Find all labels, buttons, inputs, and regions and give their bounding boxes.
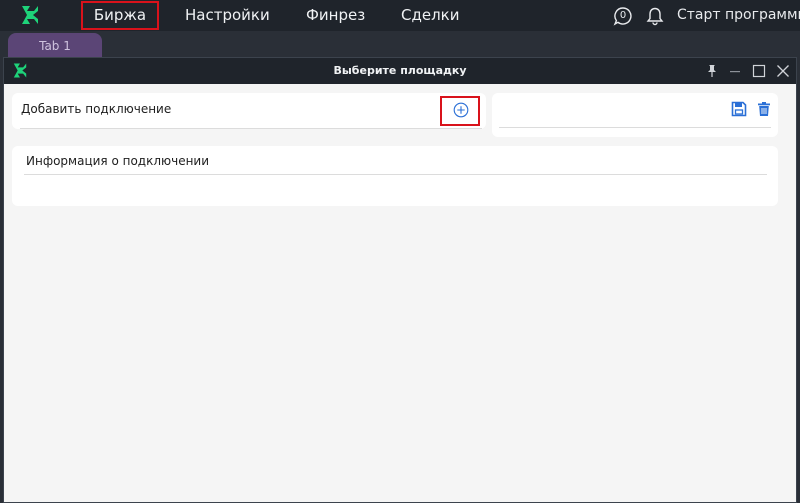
dialog-title-bar[interactable]: Выберите площадку (4, 58, 796, 84)
tab-strip: Tab 1 (0, 31, 800, 59)
menu-item-settings-label: Настройки (185, 6, 270, 24)
start-program-label: Старт программы (677, 7, 800, 23)
trash-icon[interactable] (756, 101, 772, 117)
add-connection-panel: Добавить подключение (12, 93, 486, 129)
bell-icon[interactable] (645, 6, 665, 26)
connection-info-panel: Информация о подключении (12, 146, 778, 206)
divider (20, 128, 482, 129)
close-icon[interactable] (775, 63, 791, 79)
menu-item-finrez[interactable]: Финрез (306, 0, 365, 31)
menu-item-exchange[interactable]: Биржа (81, 1, 159, 30)
start-program-button[interactable]: Старт программы (677, 0, 800, 31)
chat-bubble-icon[interactable]: 0 (613, 6, 633, 26)
select-exchange-dialog: Выберите площадку Добавить подключение И… (3, 57, 797, 503)
minimize-icon[interactable] (727, 63, 743, 79)
menu-item-exchange-label: Биржа (93, 6, 147, 24)
top-menu-bar: Биржа Настройки Финрез Сделки 0 Старт пр… (0, 0, 800, 31)
dialog-title: Выберите площадку (333, 64, 467, 77)
floppy-disk-icon[interactable] (731, 101, 747, 117)
divider (499, 127, 771, 128)
connection-actions-panel (492, 93, 778, 137)
connection-info-label: Информация о подключении (26, 154, 210, 168)
add-connection-label: Добавить подключение (21, 102, 172, 116)
menu-item-deals[interactable]: Сделки (401, 0, 459, 31)
tab-1-label: Tab 1 (39, 39, 71, 53)
app-logo-icon (22, 6, 38, 24)
menu-item-finrez-label: Финрез (306, 6, 366, 24)
plus-circle-icon[interactable] (453, 102, 469, 118)
menu-item-deals-label: Сделки (401, 6, 460, 24)
notification-count: 0 (619, 10, 627, 21)
menu-item-settings[interactable]: Настройки (185, 0, 270, 31)
tab-1[interactable]: Tab 1 (8, 33, 102, 59)
maximize-icon[interactable] (751, 63, 767, 79)
pin-icon[interactable] (704, 63, 720, 79)
divider (24, 174, 767, 175)
